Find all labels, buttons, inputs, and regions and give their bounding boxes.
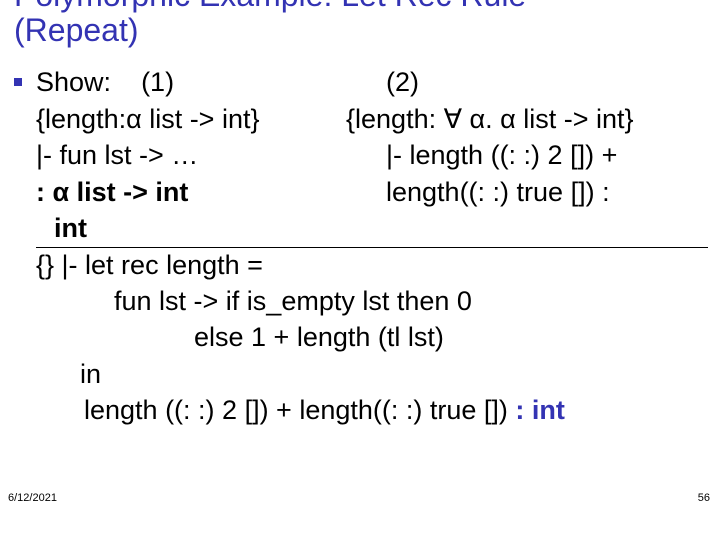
last-line: length ((: :) 2 []) + length((: :) true … [14, 392, 706, 428]
left-turnstile: |- fun lst -> … [14, 137, 346, 173]
env-row: {length:α list -> int} {length: ∀ α. α l… [14, 101, 706, 137]
footer-date: 6/12/2021 [8, 492, 57, 504]
number-1: (1) [141, 67, 174, 97]
show-left: Show: (1) [36, 64, 346, 100]
show-right: (2) [346, 64, 706, 100]
type-row: : α list -> int length((: :) true []) : [14, 174, 706, 210]
number-2: (2) [386, 67, 419, 97]
show-row: Show: (1) (2) [14, 64, 706, 100]
horizontal-rule [36, 247, 708, 248]
footer-page-number: 56 [698, 492, 710, 504]
right-env: {length: ∀ α. α list -> int} [346, 101, 706, 137]
title-line-2: (Repeat) [14, 12, 139, 48]
slide-body: Show: (1) (2) {length:α list -> int} {le… [0, 56, 720, 428]
right-turnstile: |- length ((: :) 2 []) + [346, 137, 706, 173]
title-line-1: Polymorphic Example: Let Rec Rule [14, 0, 526, 13]
last-type: : int [515, 395, 564, 425]
turn-row: |- fun lst -> … |- length ((: :) 2 []) + [14, 137, 706, 173]
right-call2-text: length((: :) true []) : [386, 177, 610, 207]
letrec-line-2: fun lst -> if is_empty lst then 0 [14, 283, 706, 319]
right-call2: length((: :) true []) : [346, 174, 706, 210]
letrec-line-3: else 1 + length (tl lst) [14, 319, 706, 355]
show-label: Show: [36, 67, 111, 97]
last-expr: length ((: :) 2 []) + length((: :) true … [84, 395, 515, 425]
left-type: : α list -> int [14, 174, 346, 210]
left-env: {length:α list -> int} [14, 101, 346, 137]
letrec-line-4: in [14, 356, 706, 392]
slide-title: Polymorphic Example: Let Rec Rule (Repea… [0, 0, 720, 56]
right-turn-text: |- length ((: :) 2 []) + [386, 140, 617, 170]
bullet-icon [14, 78, 22, 86]
letrec-line-1: {} |- let rec length = [14, 247, 706, 283]
int-line: int [14, 210, 706, 246]
